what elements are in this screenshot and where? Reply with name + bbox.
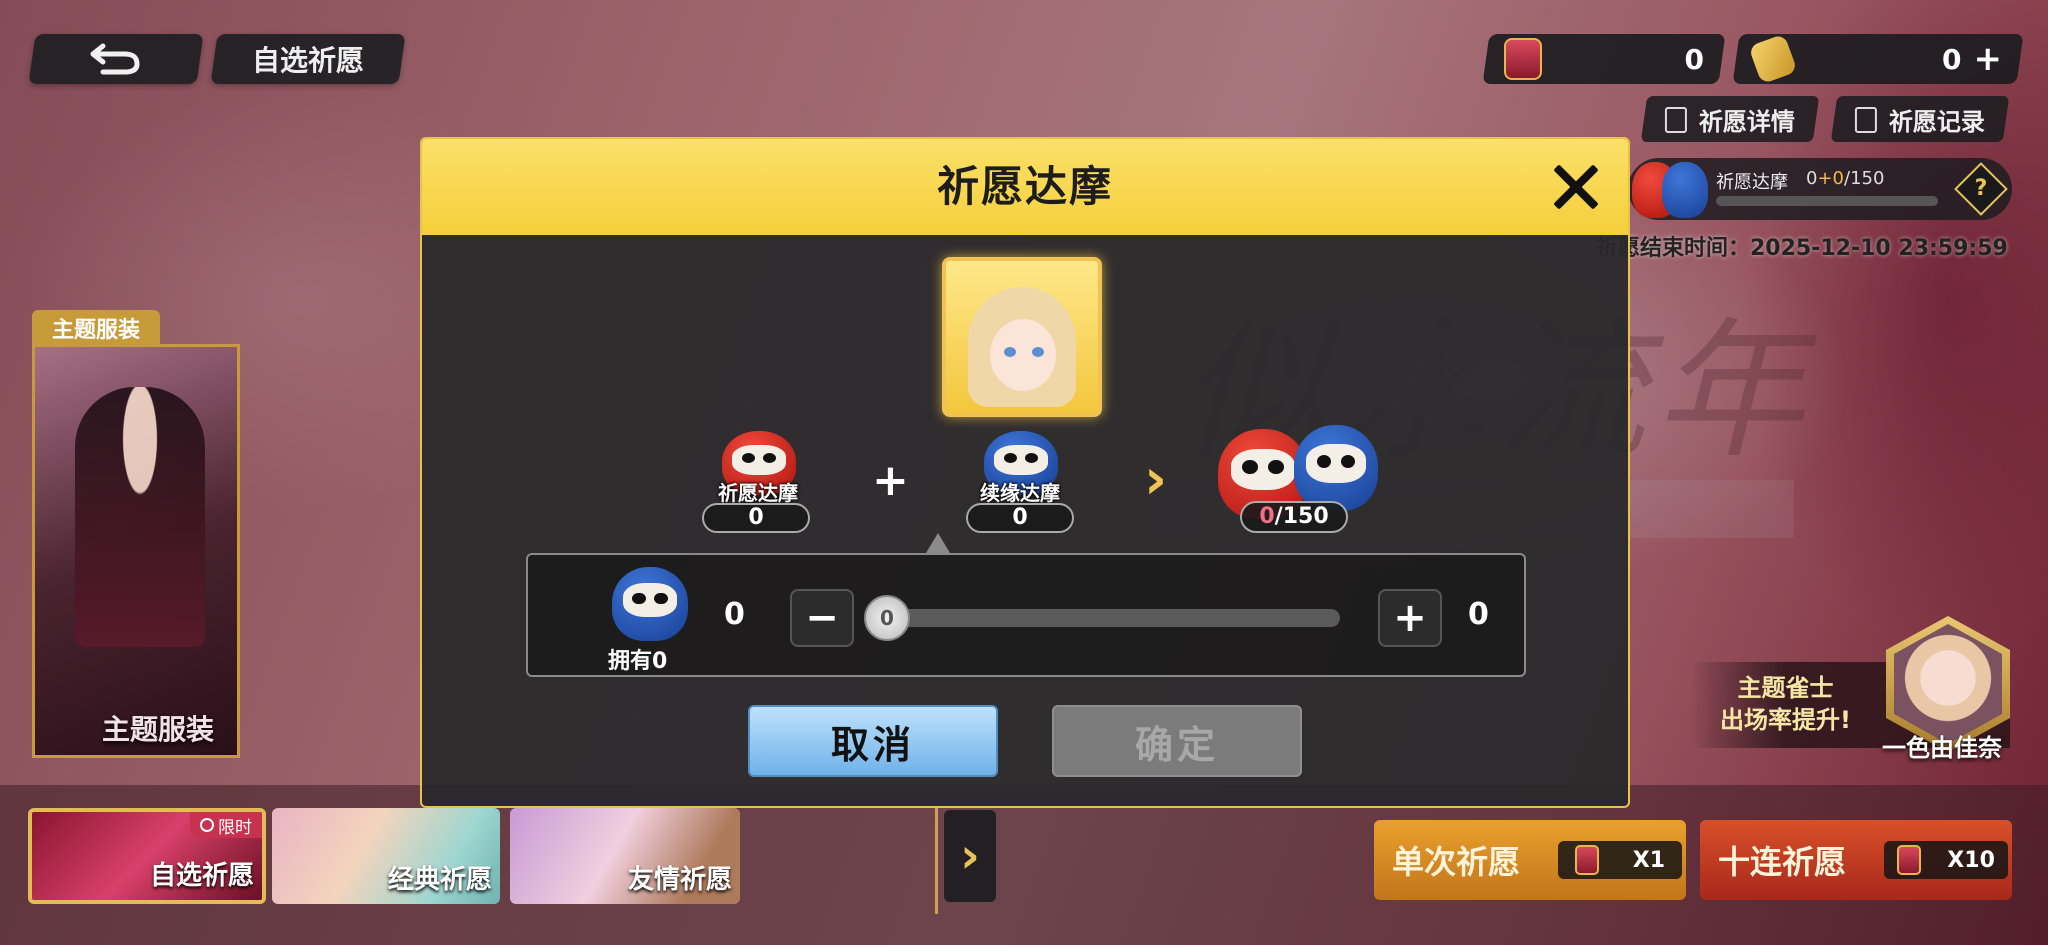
modal-title: 祈愿达摩 bbox=[936, 162, 1113, 211]
question-icon: ? bbox=[1974, 176, 1988, 201]
min-value: 0 bbox=[724, 597, 745, 632]
blue-daruma-icon bbox=[1662, 162, 1708, 218]
result-blue-daruma-icon bbox=[1294, 425, 1378, 511]
ticket-count: 0 bbox=[1684, 42, 1704, 76]
increase-button[interactable]: + bbox=[1378, 589, 1442, 647]
owned-count: 拥有0 bbox=[608, 649, 668, 674]
daruma-progress-count: 0+0/150 bbox=[1806, 168, 1885, 189]
tab-label: 经典祈愿 bbox=[387, 865, 492, 895]
daruma-progress: 祈愿达摩 0+0/150 ? bbox=[1628, 158, 2012, 220]
ten-pray-label: 十连祈愿 bbox=[1718, 843, 1847, 881]
tab-custom-pray[interactable]: 限时 自选祈愿 bbox=[28, 808, 266, 904]
outfit-image bbox=[32, 344, 240, 758]
gold-currency[interactable]: 0 + bbox=[1732, 33, 2024, 85]
tab-label: 友情祈愿 bbox=[627, 865, 732, 895]
featured-character-name: 一色由佳奈 bbox=[1882, 734, 2002, 762]
theme-outfit-card[interactable]: 主题服装 主题服装 bbox=[32, 310, 240, 758]
confirm-button[interactable]: 确定 bbox=[1052, 705, 1302, 777]
tab-friendship-pray[interactable]: 友情祈愿 bbox=[510, 808, 740, 904]
plus-icon: + bbox=[872, 455, 909, 506]
pray-records-button[interactable]: 祈愿记录 bbox=[1830, 96, 2010, 142]
divider bbox=[935, 806, 938, 914]
daruma-modal: 祈愿达摩 祈愿达摩 0 + 续缘达摩 0 › 0/150 拥有0 0 − 0 +… bbox=[420, 137, 1630, 808]
pray-daruma-label: 祈愿达摩 bbox=[718, 481, 798, 505]
outfit-label: 主题服装 bbox=[102, 713, 215, 746]
details-icon bbox=[1665, 106, 1687, 132]
pray-details-label: 祈愿详情 bbox=[1699, 107, 1795, 136]
gold-count: 0 bbox=[1942, 42, 1962, 76]
tab-label: 自选祈愿 bbox=[149, 861, 254, 891]
quantity-panel: 拥有0 0 − 0 + 0 bbox=[526, 553, 1526, 677]
arrow-right-icon: › bbox=[1144, 447, 1168, 512]
cancel-button[interactable]: 取消 bbox=[748, 705, 998, 777]
chevron-right-icon[interactable]: › bbox=[944, 810, 996, 902]
owned-daruma-icon bbox=[612, 567, 688, 641]
daruma-progress-label: 祈愿达摩 bbox=[1716, 172, 1788, 193]
close-icon[interactable] bbox=[1550, 161, 1602, 213]
pointer-icon bbox=[926, 533, 950, 553]
page-title: 自选祈愿 bbox=[210, 34, 406, 84]
ticket-icon bbox=[1504, 38, 1542, 80]
single-pray-label: 单次祈愿 bbox=[1392, 843, 1521, 881]
result-count: 0/150 bbox=[1240, 501, 1348, 533]
ticket-icon bbox=[1574, 845, 1599, 875]
add-gold-button[interactable]: + bbox=[1974, 39, 2003, 79]
tab-classic-pray[interactable]: 经典祈愿 bbox=[272, 808, 500, 904]
pray-details-button[interactable]: 祈愿详情 bbox=[1640, 96, 1820, 142]
decrease-button[interactable]: − bbox=[790, 589, 854, 647]
single-pray-cost: X1 bbox=[1558, 841, 1682, 879]
back-arrow-icon bbox=[90, 43, 140, 75]
continue-daruma-count: 0 bbox=[966, 503, 1074, 533]
gold-coin-icon bbox=[1748, 33, 1798, 85]
ticket-icon bbox=[1897, 845, 1922, 875]
single-pray-button[interactable]: 单次祈愿 X1 bbox=[1374, 820, 1686, 900]
back-button[interactable] bbox=[28, 34, 204, 84]
quantity-slider-track[interactable] bbox=[880, 609, 1340, 627]
ticket-currency: 0 bbox=[1482, 34, 1726, 84]
daruma-progress-bar bbox=[1716, 196, 1938, 206]
clock-icon bbox=[200, 818, 214, 832]
help-button[interactable]: ? bbox=[1954, 162, 2008, 216]
max-value: 0 bbox=[1468, 597, 1489, 632]
ten-pray-button[interactable]: 十连祈愿 X10 bbox=[1700, 820, 2012, 900]
pray-records-label: 祈愿记录 bbox=[1889, 107, 1985, 136]
pray-daruma-count: 0 bbox=[702, 503, 810, 533]
outfit-tag: 主题服装 bbox=[32, 310, 160, 346]
ten-pray-cost: X10 bbox=[1884, 841, 2008, 879]
feature-text: 主题雀士 出场率提升! bbox=[1720, 674, 1851, 734]
continue-daruma-label: 续缘达摩 bbox=[980, 481, 1060, 505]
character-portrait bbox=[942, 257, 1102, 417]
limited-badge: 限时 bbox=[190, 812, 262, 838]
end-time: 祈愿结束时间：2025-12-10 23:59:59 bbox=[1596, 236, 2008, 261]
records-icon bbox=[1855, 106, 1877, 132]
quantity-slider-thumb[interactable]: 0 bbox=[864, 595, 910, 641]
